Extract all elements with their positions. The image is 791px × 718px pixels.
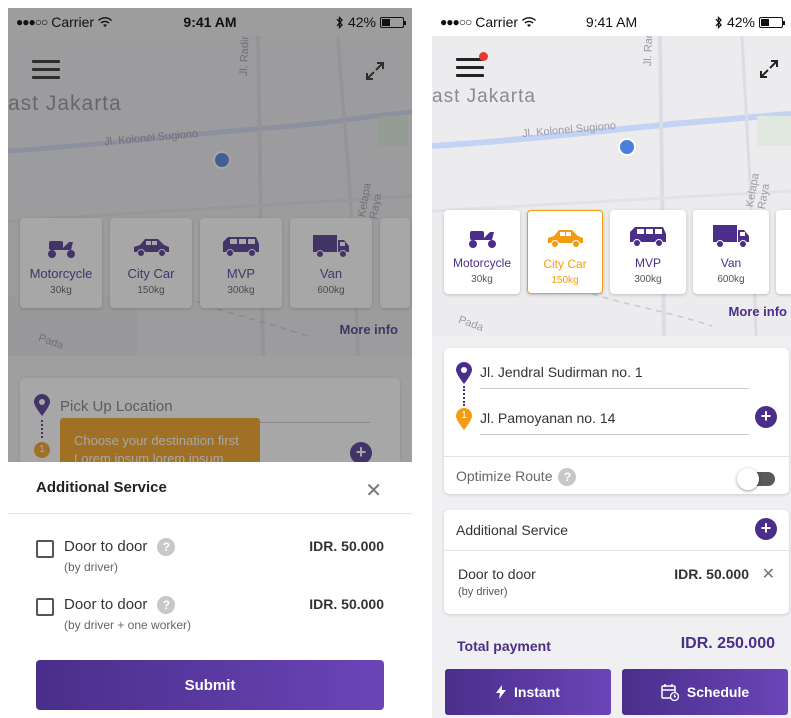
service-option[interactable]: Door to door? (by driver + one worker) I… — [36, 594, 384, 642]
status-bar: ●●●○○ Carrier 9:41 AM 42% — [432, 8, 791, 36]
service-option[interactable]: Door to door? (by driver) IDR. 50.000 — [36, 536, 384, 584]
optimize-route-toggle[interactable] — [737, 468, 775, 490]
service-sub: (by driver + one worker) — [64, 618, 192, 632]
vehicle-motorcycle[interactable]: Motorcycle 30kg — [444, 210, 520, 294]
pickup-location[interactable]: Jl. Jendral Sudirman no. 1 — [480, 364, 643, 380]
service-checkbox[interactable] — [36, 598, 54, 616]
additional-service-title: Additional Service — [456, 522, 569, 538]
bluetooth-icon — [336, 15, 343, 29]
van-icon — [713, 225, 749, 248]
close-icon[interactable]: ✕ — [365, 478, 382, 503]
current-location-marker — [618, 138, 636, 156]
service-price: IDR. 50.000 — [309, 538, 384, 554]
total-payment-value: IDR. 250.000 — [680, 635, 775, 652]
additional-service-card: Additional Service + Door to door (by dr… — [444, 510, 789, 614]
instant-button[interactable]: Instant — [445, 669, 611, 715]
map[interactable]: ast Jakarta Jl. Kolonel Sugiono Jl. Radi… — [8, 36, 412, 356]
vehicle-city-car[interactable]: City Car 150kg — [527, 210, 603, 294]
battery-percent: 42% — [726, 14, 755, 30]
vehicle-selector: Motorcycle 30kg City Car 150kg MVP 300kg… — [20, 218, 410, 308]
calendar-clock-icon — [661, 684, 679, 701]
service-sub: (by driver) — [64, 560, 119, 574]
question-icon[interactable]: ? — [157, 596, 176, 615]
optimize-route-label: Optimize Route — [456, 468, 553, 484]
vehicle-more[interactable] — [380, 218, 410, 308]
motorcycle-icon — [48, 241, 75, 258]
submit-button[interactable]: Submit — [36, 660, 384, 710]
vehicle-motorcycle[interactable]: Motorcycle 30kg — [20, 218, 102, 308]
vehicle-city-car[interactable]: City Car 150kg — [110, 218, 192, 308]
battery-icon — [759, 16, 785, 28]
service-price: IDR. 50.000 — [309, 596, 384, 612]
service-sub: (by driver) — [458, 586, 508, 598]
more-info-link[interactable]: More info — [340, 322, 399, 337]
total-payment-label: Total payment — [457, 638, 551, 654]
car-icon — [548, 230, 583, 248]
vehicle-more[interactable] — [776, 210, 791, 294]
current-location-marker — [213, 151, 231, 169]
screen-additional-service: ●●●○○ Carrier 9:41 AM 42% ast Jakarta Jl… — [8, 8, 412, 718]
screen-route-summary: ●●●○○ Carrier 9:41 AM 42% ast Jakarta Jl… — [432, 8, 791, 718]
vehicle-selector: Motorcycle 30kg City Car 150kg MVP 300kg… — [444, 210, 791, 294]
motorcycle-icon — [469, 231, 496, 248]
battery-percent: 42% — [347, 14, 376, 30]
hamburger-icon[interactable] — [32, 60, 60, 80]
remove-service-icon[interactable]: ✕ — [762, 564, 775, 584]
expand-icon[interactable] — [364, 60, 386, 82]
status-bar: ●●●○○ Carrier 9:41 AM 42% — [8, 8, 412, 36]
notification-dot — [479, 52, 488, 61]
expand-icon[interactable] — [758, 58, 780, 80]
vehicle-van[interactable]: Van 600kg — [290, 218, 372, 308]
destination-location[interactable]: Jl. Pamoyanan no. 14 — [480, 410, 615, 426]
additional-service-sheet: Additional Service ✕ Door to door? (by d… — [8, 462, 412, 718]
add-destination-button[interactable]: + — [350, 442, 372, 464]
question-icon[interactable]: ? — [558, 468, 577, 487]
pin-icon — [34, 394, 50, 416]
destination-number: 1 — [461, 410, 467, 421]
car-icon — [134, 239, 169, 257]
add-service-button[interactable]: + — [755, 518, 777, 540]
vehicle-van[interactable]: Van 600kg — [693, 210, 769, 294]
van-icon — [313, 235, 349, 258]
sheet-title: Additional Service — [36, 479, 167, 496]
hamburger-icon[interactable] — [456, 52, 488, 78]
route-card: Jl. Jendral Sudirman no. 1 1 Jl. Pamoyan… — [444, 348, 789, 494]
schedule-button[interactable]: Schedule — [622, 669, 788, 715]
bluetooth-icon — [715, 15, 722, 29]
destination-marker: 1 — [34, 442, 50, 458]
service-price: IDR. 50.000 — [674, 566, 749, 582]
map-city-label: ast Jakarta — [8, 92, 122, 115]
service-checkbox[interactable] — [36, 540, 54, 558]
service-name: Door to door — [458, 566, 536, 582]
pickup-input[interactable]: Pick Up Location — [60, 398, 173, 415]
map-city-label: ast Jakarta — [432, 86, 536, 107]
vehicle-mvp[interactable]: MVP 300kg — [610, 210, 686, 294]
question-icon[interactable]: ? — [157, 538, 176, 557]
add-destination-button[interactable]: + — [755, 406, 777, 428]
service-name: Door to door — [64, 538, 148, 555]
lightning-icon — [496, 685, 507, 699]
vehicle-mvp[interactable]: MVP 300kg — [200, 218, 282, 308]
pin-icon — [456, 362, 472, 384]
minivan-icon — [223, 237, 259, 257]
minivan-icon — [630, 227, 666, 247]
battery-icon — [380, 16, 406, 28]
service-name: Door to door — [64, 596, 148, 613]
more-info-link[interactable]: More info — [729, 304, 788, 319]
